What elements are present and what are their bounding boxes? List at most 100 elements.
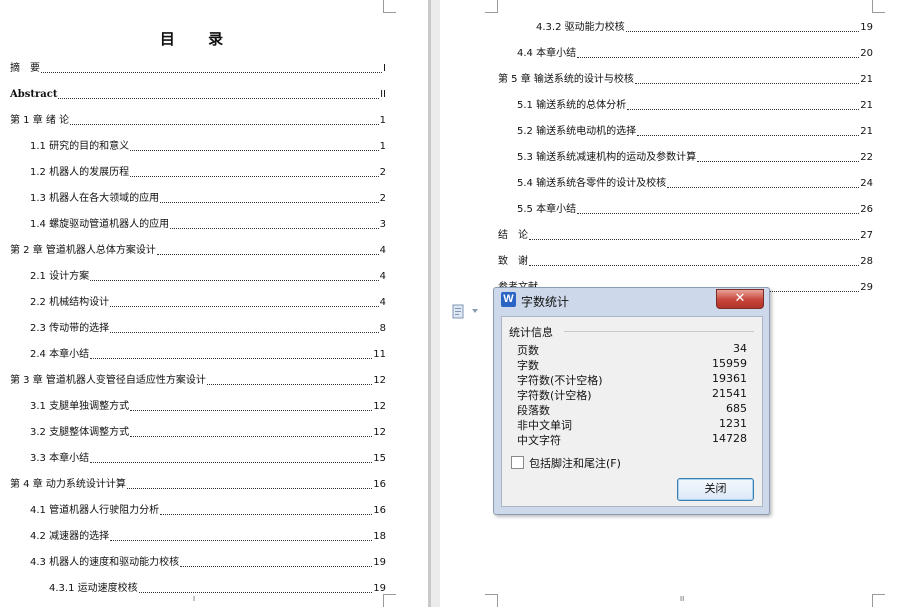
toc-entry-page: 1 [379, 115, 386, 126]
toc-entry-label: 5.3 输送系统减速机构的运动及参数计算 [517, 152, 697, 163]
toc-entry[interactable]: 2.2 机械结构设计 4 [30, 296, 386, 310]
stat-label: 字符数(不计空格) [517, 374, 603, 387]
toc-entry-page: 27 [860, 230, 873, 241]
toc-entry[interactable]: 摘 要I [10, 62, 386, 76]
toc-leader-dots [90, 280, 379, 281]
toc-entry-label: 5.5 本章小结 [517, 204, 577, 215]
toc-entry-label: 结 论 [498, 230, 528, 241]
page-number: II [680, 595, 685, 603]
toc-entry[interactable]: 2.1 设计方案 4 [30, 270, 386, 284]
stat-label: 字数 [517, 359, 539, 372]
chevron-down-icon[interactable] [472, 309, 478, 313]
toc-entry-label: 1.1 研究的目的和意义 [30, 141, 130, 152]
toc-title: 目 录 [159, 30, 238, 48]
toc-entry[interactable]: 第 1 章 绪 论 1 [10, 114, 386, 128]
toc-entry-label: 1.4 螺旋驱动管道机器人的应用 [30, 219, 170, 230]
toc-entry-page: 2 [379, 193, 386, 204]
include-footnotes-checkbox[interactable] [511, 456, 524, 469]
toc-entry[interactable]: 4.3 机器人的速度和驱动能力校核 19 [30, 556, 386, 570]
toc-entry[interactable]: 1.1 研究的目的和意义 1 [30, 140, 386, 154]
toc-entry-page: 28 [860, 256, 873, 267]
toc-entry-page: 24 [860, 178, 873, 189]
toc-entry-label: 4.4 本章小结 [517, 48, 577, 59]
toc-entry[interactable]: 3.1 支腿单独调整方式 12 [30, 400, 386, 414]
toc-entry[interactable]: 致 谢 28 [498, 255, 873, 269]
toc-entry[interactable]: 5.3 输送系统减速机构的运动及参数计算 22 [517, 151, 873, 165]
toc-entry[interactable]: 第 3 章 管道机器人变管径自适应性方案设计 12 [10, 374, 386, 388]
toc-entry[interactable]: 4.3.2 驱动能力校核 19 [536, 21, 873, 35]
toc-entry[interactable]: 5.2 输送系统电动机的选择 21 [517, 125, 873, 139]
toc-entry-page: 15 [373, 453, 386, 464]
wps-writer-icon: W [501, 292, 516, 307]
toc-entry-page: 19 [860, 22, 873, 33]
toc-entry[interactable]: 第 5 章 输送系统的设计与校核 21 [498, 73, 873, 87]
toc-entry[interactable]: 2.3 传动带的选择 8 [30, 322, 386, 336]
toc-entry-label: 2.3 传动带的选择 [30, 323, 110, 334]
toc-entry[interactable]: 2.4 本章小结 11 [30, 348, 386, 362]
toc-entry[interactable]: 4.3.1 运动速度校核 19 [49, 582, 386, 596]
stat-value: 1231 [719, 417, 747, 430]
toc-entry-page: 21 [860, 100, 873, 111]
toc-entry-page: 2 [379, 167, 386, 178]
stat-label: 页数 [517, 344, 539, 357]
group-label: 统计信息 [509, 326, 553, 339]
toc-entry-page: 21 [860, 126, 873, 137]
toc-entry[interactable]: 4.2 减速器的选择 18 [30, 530, 386, 544]
toc-entry[interactable]: 1.2 机器人的发展历程 2 [30, 166, 386, 180]
toc-entry[interactable]: Abstract II [10, 88, 386, 102]
toc-leader-dots [130, 150, 379, 151]
stat-row: 非中文单词 1231 [517, 417, 747, 432]
close-button[interactable]: ✕ [716, 289, 764, 309]
toc-leader-dots [110, 332, 379, 333]
toc-entry[interactable]: 第 4 章 动力系统设计计算 16 [10, 478, 386, 492]
toc-entry-page: 22 [860, 152, 873, 163]
toc-entry-page: 19 [373, 557, 386, 568]
toc-entry[interactable]: 4.4 本章小结 20 [517, 47, 873, 61]
toc-leader-dots [637, 135, 860, 136]
toc-entry[interactable]: 1.3 机器人在各大领域的应用 2 [30, 192, 386, 206]
stat-value: 685 [726, 402, 747, 415]
toc-entry-page: 26 [860, 204, 873, 215]
toc-entry[interactable]: 5.5 本章小结 26 [517, 203, 873, 217]
stat-row: 字符数(计空格) 21541 [517, 387, 747, 402]
toc-entry-page: 3 [379, 219, 386, 230]
toc-entry-page: 11 [373, 349, 386, 360]
toc-entry-page: 4 [379, 271, 386, 282]
toc-entry[interactable]: 3.2 支腿整体调整方式 12 [30, 426, 386, 440]
toc-entry-page: 29 [860, 282, 873, 293]
stat-value: 34 [733, 342, 747, 355]
toc-entry-label: 4.2 减速器的选择 [30, 531, 110, 542]
close-dialog-button[interactable]: 关闭 [677, 478, 754, 501]
toc-entry-label: 3.2 支腿整体调整方式 [30, 427, 130, 438]
stat-row: 段落数 685 [517, 402, 747, 417]
toc-entry-label: 4.3.2 驱动能力校核 [536, 22, 625, 33]
toc-leader-dots [529, 265, 860, 266]
toc-entry-label: Abstract [10, 89, 58, 100]
toc-entry-page: 12 [373, 427, 386, 438]
toc-entry-label: 摘 要 [10, 63, 40, 74]
toc-entry[interactable]: 1.4 螺旋驱动管道机器人的应用 3 [30, 218, 386, 232]
toc-leader-dots [110, 306, 379, 307]
stat-row: 字数 15959 [517, 357, 747, 372]
toc-entry-page: 16 [373, 479, 386, 490]
toc-entry[interactable]: 结 论 27 [498, 229, 873, 243]
toc-entry[interactable]: 第 2 章 管道机器人总体方案设计 4 [10, 244, 386, 258]
include-footnotes-label[interactable]: 包括脚注和尾注(F) [529, 455, 621, 471]
toc-leader-dots [41, 72, 383, 73]
toc-entry[interactable]: 5.1 输送系统的总体分析 21 [517, 99, 873, 113]
toc-entry-label: 2.4 本章小结 [30, 349, 90, 360]
toc-entry[interactable]: 5.4 输送系统各零件的设计及校核 24 [517, 177, 873, 191]
toc-entry-page: 20 [860, 48, 873, 59]
toc-entry[interactable]: 4.1 管道机器人行驶阻力分析 16 [30, 504, 386, 518]
crop-mark [485, 594, 498, 607]
toc-leader-dots [667, 187, 860, 188]
group-divider [564, 331, 754, 332]
dialog-titlebar[interactable]: W 字数统计 ✕ [494, 288, 769, 312]
toc-entry-label: 第 1 章 绪 论 [10, 115, 70, 126]
toc-entry-label: 致 谢 [498, 256, 528, 267]
toc-entry[interactable]: 3.3 本章小结 15 [30, 452, 386, 466]
toc-leader-dots [90, 462, 373, 463]
toc-entry-page: 1 [379, 141, 386, 152]
toc-entry-label: 1.3 机器人在各大领域的应用 [30, 193, 160, 204]
paste-options-icon[interactable] [452, 303, 466, 319]
